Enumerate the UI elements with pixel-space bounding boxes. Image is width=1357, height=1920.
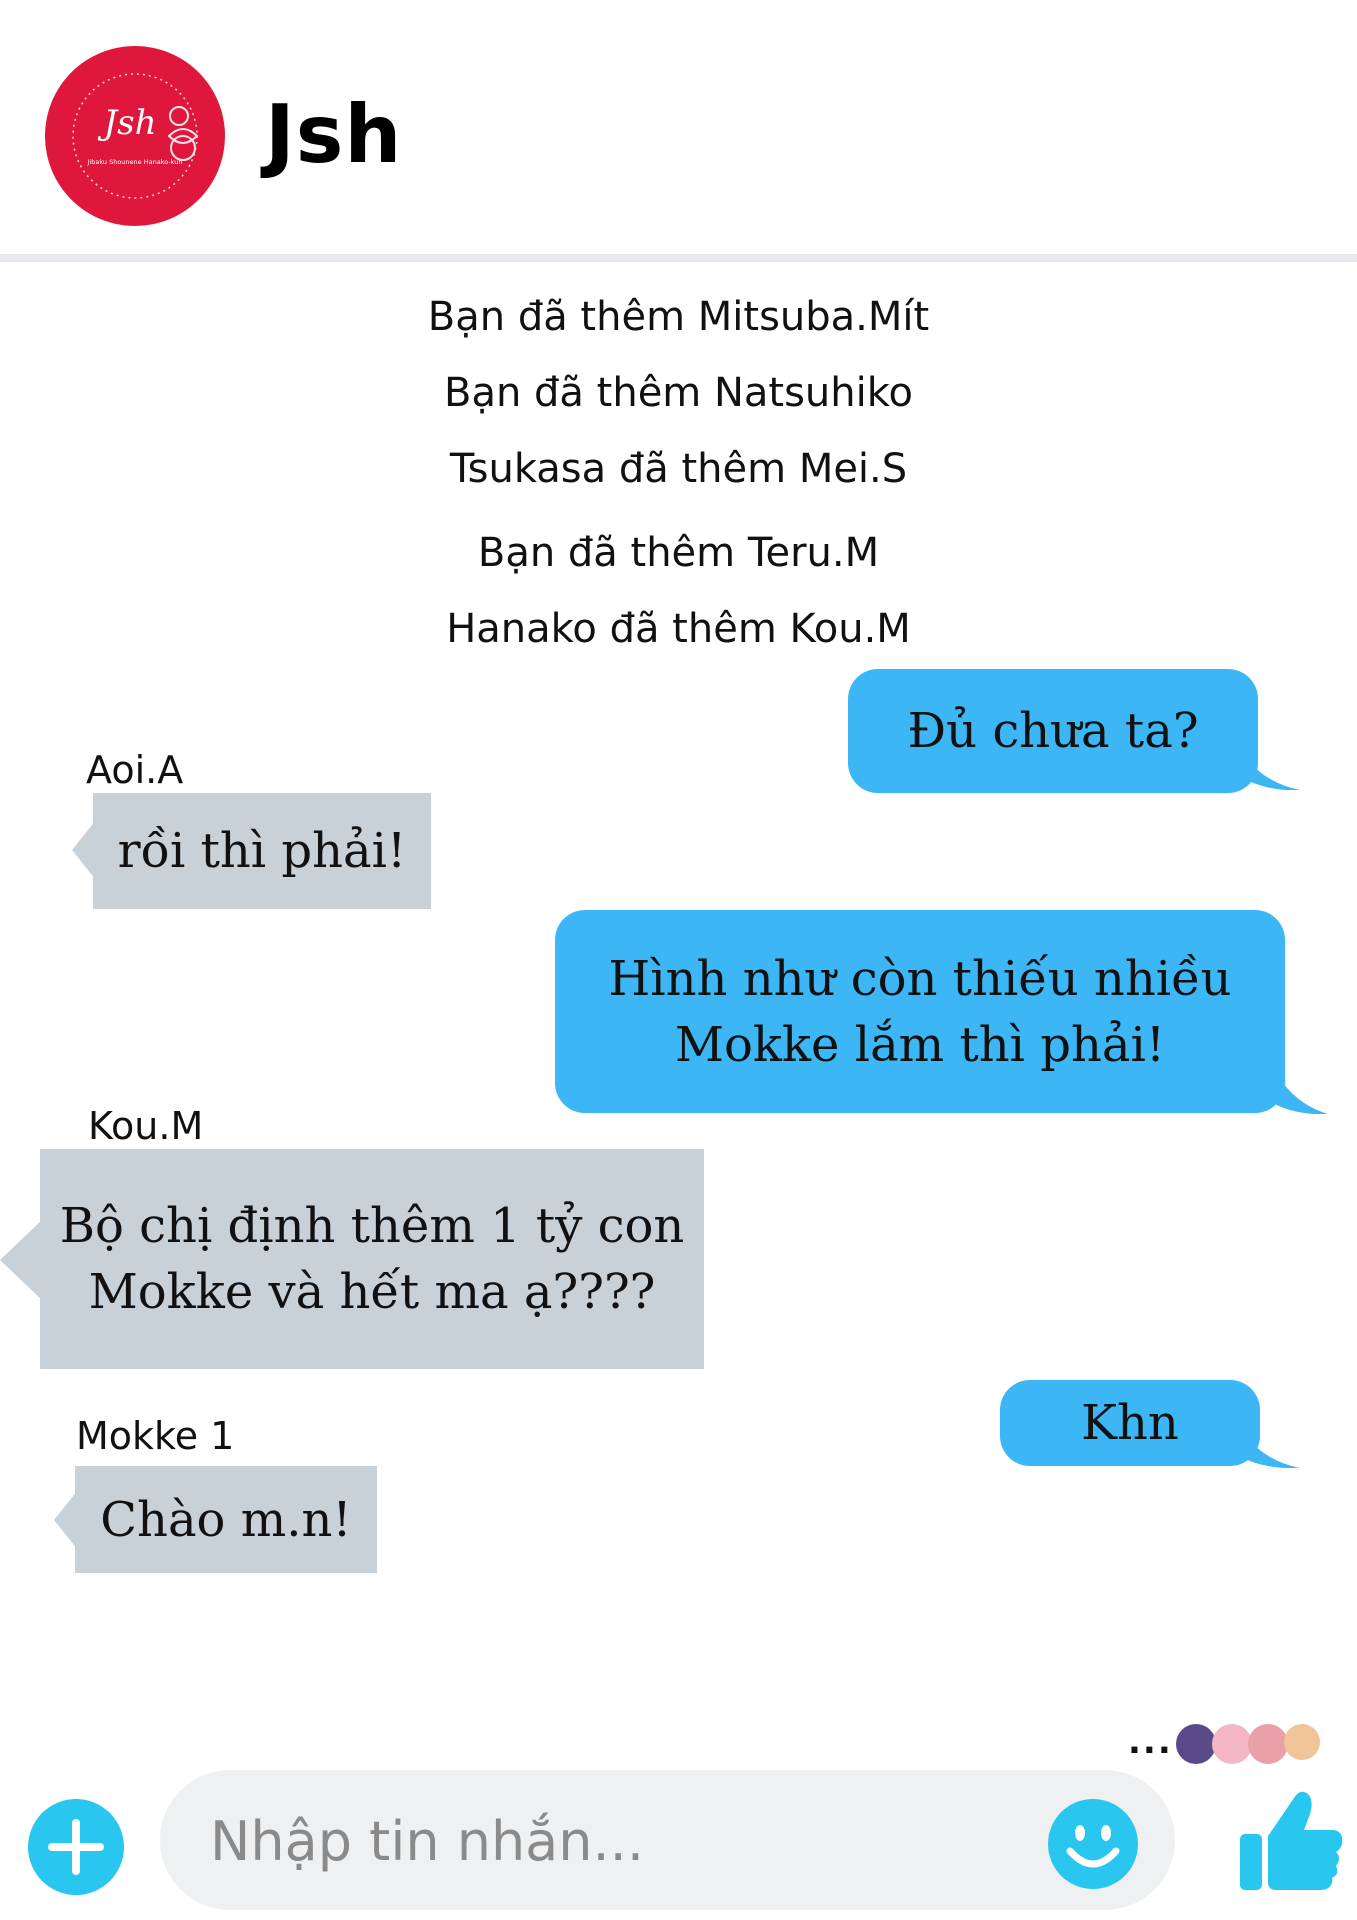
- system-message: Bạn đã thêm Teru.M: [477, 530, 880, 576]
- group-avatar[interactable]: Jsh Jibaku Shounene Hanako-kun: [45, 46, 225, 226]
- typing-indicator: ...: [1128, 1722, 1173, 1762]
- sender-name: Mokke 1: [76, 1414, 235, 1458]
- message-text-line: Mokke lắm thì phải!: [674, 1016, 1166, 1073]
- svg-text:Jibaku Shounene Hanako-kun: Jibaku Shounene Hanako-kun: [87, 158, 183, 166]
- message-text: Đủ chưa ta?: [907, 703, 1199, 759]
- message-bubble-incoming[interactable]: Chào m.n!: [75, 1466, 377, 1573]
- message-bubble-incoming[interactable]: rồi thì phải!: [93, 793, 431, 909]
- message-text: Khn: [1081, 1395, 1179, 1451]
- header-divider: [0, 254, 1357, 262]
- system-message: Bạn đã thêm Natsuhiko: [444, 370, 913, 416]
- logo-icon: Jsh Jibaku Shounene Hanako-kun: [72, 73, 199, 199]
- message-text: Chào m.n!: [100, 1491, 352, 1548]
- message-bubble-incoming[interactable]: Bộ chị định thêm 1 tỷ con Mokke và hết m…: [40, 1149, 704, 1369]
- message-bubble-outgoing[interactable]: Khn: [1000, 1380, 1260, 1466]
- system-message: Bạn đã thêm Mitsuba.Mít: [427, 294, 930, 340]
- thumbs-up-icon[interactable]: [1236, 1784, 1346, 1894]
- group-name: Jsh: [265, 88, 403, 181]
- system-message: Tsukasa đã thêm Mei.S: [449, 446, 908, 492]
- message-text: rồi thì phải!: [117, 823, 407, 879]
- plus-circle-icon[interactable]: [24, 1795, 128, 1899]
- member-avatar: [1212, 1724, 1252, 1764]
- bubble-tail: [0, 1220, 42, 1300]
- member-avatar: [1176, 1724, 1216, 1764]
- message-text-line: Mokke và hết ma ạ????: [88, 1264, 656, 1320]
- message-bubble-outgoing[interactable]: Hình như còn thiếu nhiều Mokke lắm thì p…: [555, 910, 1285, 1113]
- sender-name: Aoi.A: [86, 748, 184, 792]
- message-bubble-outgoing[interactable]: Đủ chưa ta?: [848, 669, 1258, 793]
- smiley-icon[interactable]: [1046, 1797, 1140, 1891]
- message-text-line: Bộ chị định thêm 1 tỷ con: [59, 1198, 685, 1254]
- sender-name: Kou.M: [88, 1104, 204, 1148]
- member-avatar: [1248, 1724, 1288, 1764]
- member-avatar: [1284, 1724, 1320, 1760]
- message-text-line: Hình như còn thiếu nhiều: [608, 950, 1232, 1007]
- message-input-placeholder: Nhập tin nhắn...: [210, 1810, 644, 1873]
- svg-text:Jsh: Jsh: [98, 103, 157, 143]
- system-message: Hanako đã thêm Kou.M: [446, 606, 911, 652]
- chat-header: Jsh Jibaku Shounene Hanako-kun Jsh: [0, 0, 1357, 256]
